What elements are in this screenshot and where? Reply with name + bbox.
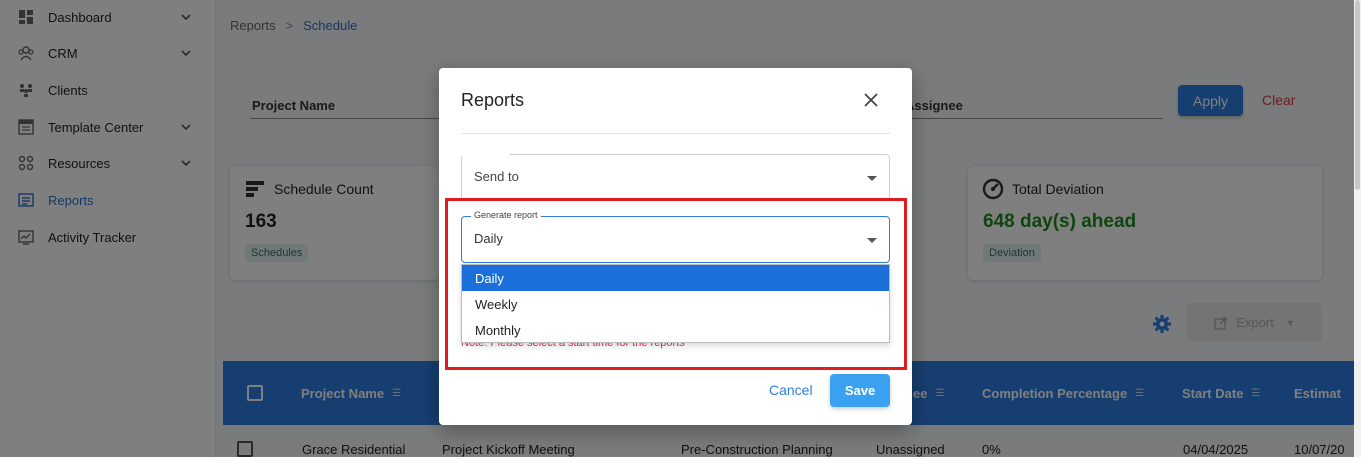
scrollbar-thumb[interactable] (1355, 0, 1360, 190)
modal-divider (461, 133, 890, 134)
close-icon[interactable] (863, 92, 879, 108)
save-button[interactable]: Save (830, 374, 890, 407)
page-scrollbar[interactable] (1354, 0, 1361, 457)
send-to-label: Send to (474, 169, 519, 184)
reports-modal: Reports Send to Generate report Daily No… (439, 68, 912, 425)
dropdown-arrow-icon (867, 176, 877, 181)
send-to-select[interactable]: Send to (461, 154, 890, 201)
modal-title: Reports (461, 90, 525, 110)
highlight-box (445, 198, 907, 370)
send-to-notch (461, 154, 510, 156)
cancel-button[interactable]: Cancel (769, 382, 813, 398)
